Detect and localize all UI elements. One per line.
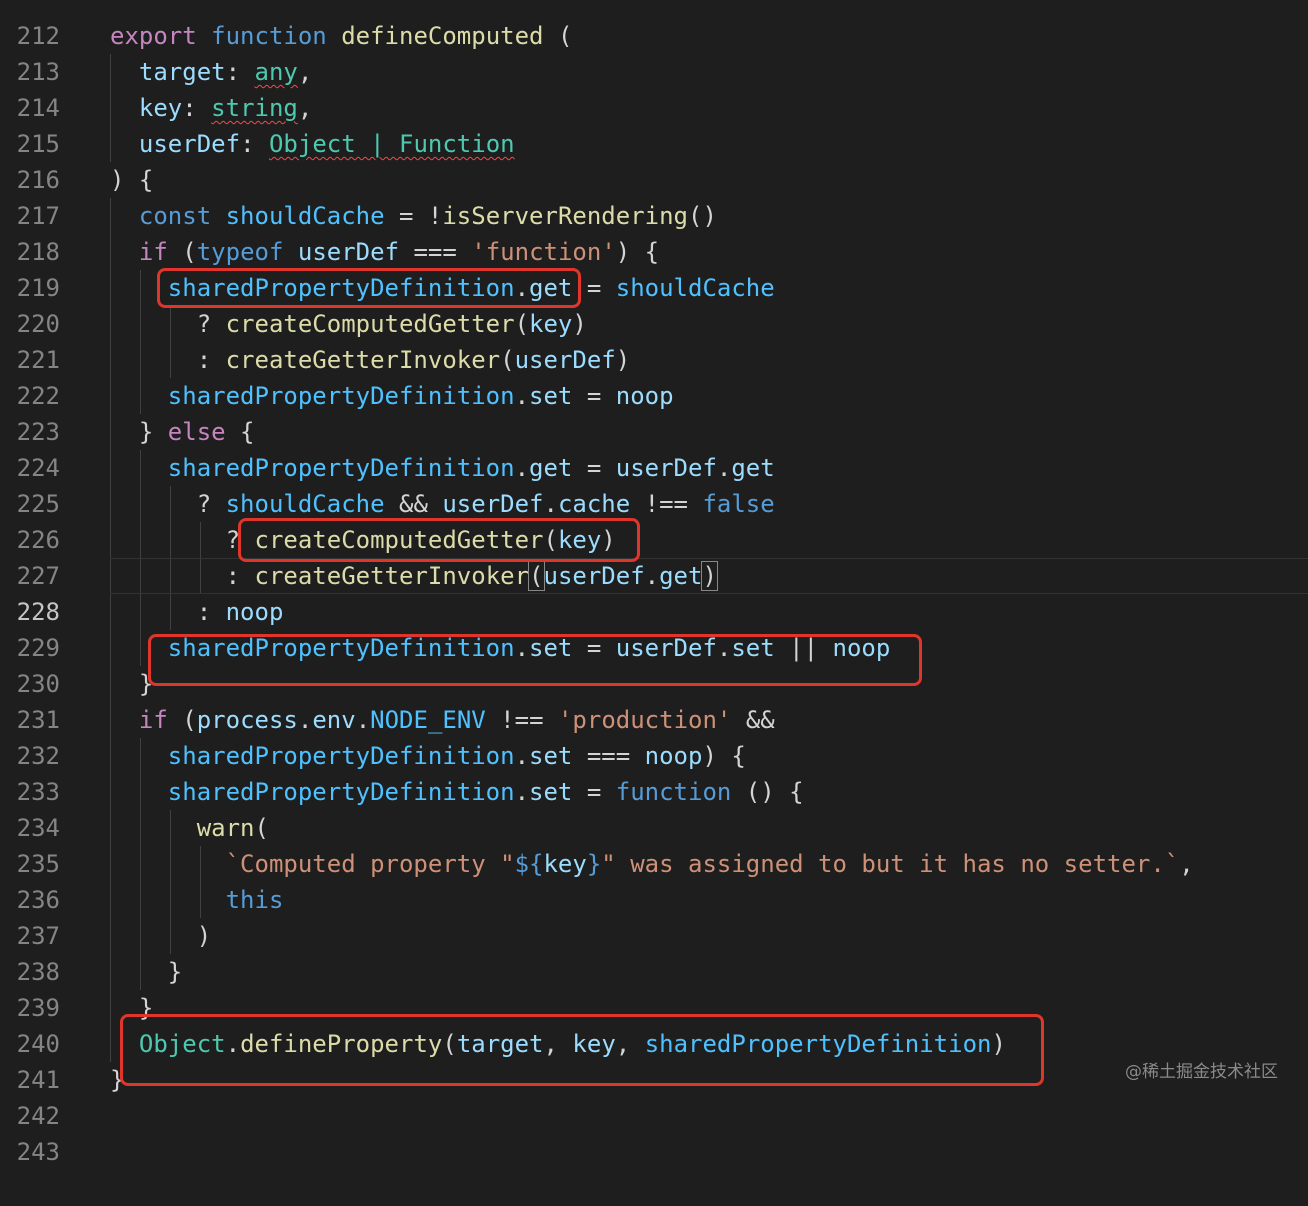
code-line: 217 ) { <box>0 162 1308 230</box>
code-text: if (typeof userDef === 'function') { <box>138 238 660 266</box>
highlight-box <box>120 1014 1044 1086</box>
code-line: 222 : createGetterInvoker(userDef) <box>0 342 1308 410</box>
code-text: this <box>225 886 284 914</box>
code-text: } else { <box>110 418 255 446</box>
code-text: ? shouldCache && userDef.cache !== false <box>110 490 775 518</box>
code-text: ? createComputedGetter(key) <box>110 310 587 338</box>
code-text: sharedPropertyDefinition.set = function … <box>167 778 804 806</box>
code-text: warn( <box>196 814 269 842</box>
code-line: 234 sharedPropertyDefinition.set = funct… <box>0 774 1308 842</box>
code-line: 229 : noop <box>0 594 1308 662</box>
code-line: 218 const shouldCache = !isServerRenderi… <box>0 198 1308 266</box>
code-text: key: string, <box>138 94 313 122</box>
code-editor[interactable]: 212 213 export function defineComputed (… <box>0 0 1308 1166</box>
code-line: 226 ? shouldCache && userDef.cache !== f… <box>0 486 1308 554</box>
code-line: 233 sharedPropertyDefinition.set === noo… <box>0 738 1308 806</box>
code-line: 219 if (typeof userDef === 'function') { <box>0 234 1308 302</box>
code-text: if (process.env.NODE_ENV !== 'production… <box>138 706 775 734</box>
code-text: `Computed property "${key}" was assigned… <box>225 850 1194 878</box>
watermark: @稀土掘金技术社区 <box>1125 1062 1278 1082</box>
highlight-box <box>238 518 640 562</box>
code-text: export function defineComputed ( <box>110 22 573 50</box>
code-text: : createGetterInvoker(userDef) <box>110 346 631 374</box>
code-text: : noop <box>110 598 284 626</box>
code-line: 216 userDef: Object | Function <box>0 126 1308 194</box>
code-line: 214 target: any, <box>0 54 1308 122</box>
code-text: target: any, <box>138 58 313 86</box>
code-line: 215 key: string, <box>0 90 1308 158</box>
code-line: 213 export function defineComputed ( <box>0 18 1308 86</box>
code-line: 227 ? createComputedGetter(key) <box>0 522 1308 590</box>
code-line: 236 `Computed property "${key}" was assi… <box>0 846 1308 914</box>
code-text: : createGetterInvoker(userDef.get) <box>110 561 718 591</box>
code-text: sharedPropertyDefinition.get = userDef.g… <box>167 454 775 482</box>
code-line: 225 sharedPropertyDefinition.get = userD… <box>0 450 1308 518</box>
code-line: 212 <box>0 0 1308 50</box>
code-line: 232 if (process.env.NODE_ENV !== 'produc… <box>0 702 1308 770</box>
highlight-box <box>148 634 922 686</box>
code-line: 228 : createGetterInvoker(userDef.get) <box>0 558 1308 626</box>
highlight-box <box>157 268 581 308</box>
code-text: ) <box>110 922 212 950</box>
code-line: 224 } else { <box>0 414 1308 482</box>
code-line: 235 warn( <box>0 810 1308 878</box>
code-text: } <box>110 958 183 986</box>
code-text: } <box>110 670 154 698</box>
code-line: 238 ) <box>0 918 1308 986</box>
code-text: sharedPropertyDefinition.set === noop) { <box>167 742 746 770</box>
code-line: 239 } <box>0 954 1308 1022</box>
code-text: const shouldCache = !isServerRendering() <box>138 202 717 230</box>
code-text: ) { <box>110 166 154 194</box>
code-line: 237 this <box>0 882 1308 950</box>
code-text: userDef: Object | Function <box>138 130 515 158</box>
code-line: 243 <box>0 1098 1308 1166</box>
code-line: 221 ? createComputedGetter(key) <box>0 306 1308 374</box>
code-text: sharedPropertyDefinition.set = noop <box>167 382 674 410</box>
line-number: 243 <box>16 1138 60 1166</box>
code-line: 223 sharedPropertyDefinition.set = noop <box>0 378 1308 446</box>
